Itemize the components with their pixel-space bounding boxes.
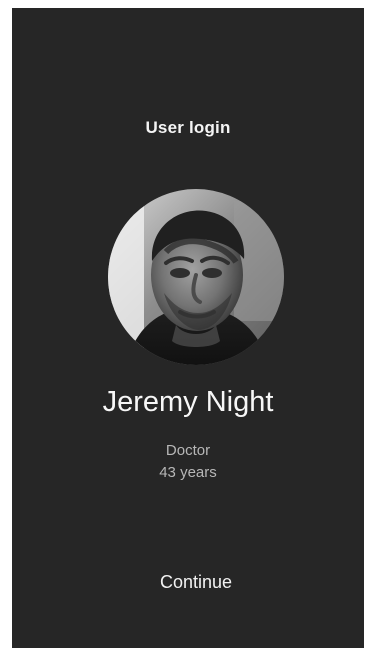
profile-role: Doctor xyxy=(165,442,211,459)
profile-age: 43 years xyxy=(159,464,217,481)
login-screen: User login Jeremy Night Doctor 43 years … xyxy=(12,8,364,648)
avatar-portrait-icon xyxy=(108,189,284,365)
avatar xyxy=(108,189,284,365)
continue-button[interactable]: Continue xyxy=(128,567,264,597)
page-title: User login xyxy=(145,118,231,137)
profile-name: Jeremy Night xyxy=(102,386,274,418)
